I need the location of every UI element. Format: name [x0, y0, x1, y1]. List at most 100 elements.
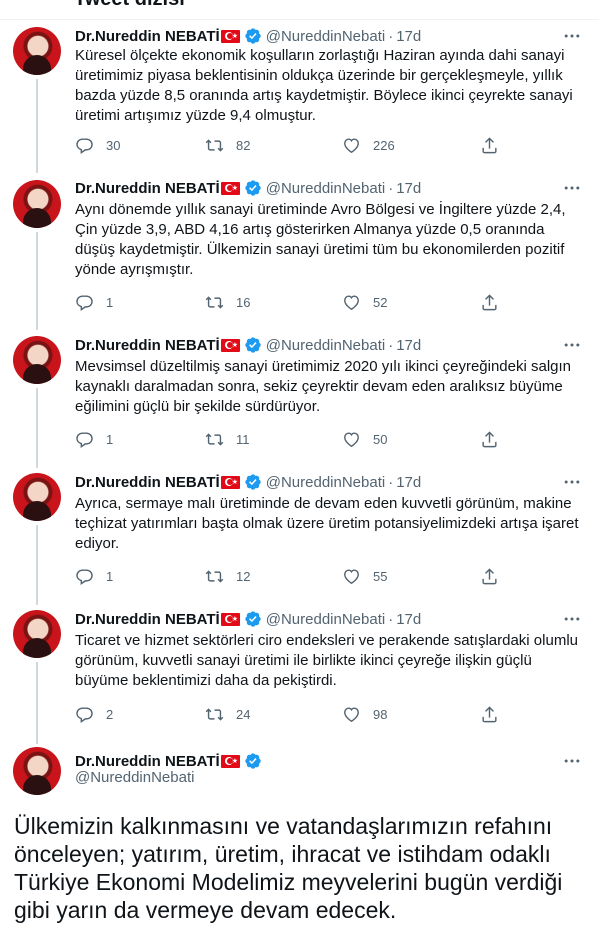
avatar[interactable] [13, 180, 61, 228]
thread-line [36, 525, 38, 605]
avatar[interactable] [13, 27, 61, 75]
retweet-button[interactable]: 12 [205, 566, 250, 586]
author-name[interactable]: Dr.Nureddin NEBATİ [75, 611, 220, 628]
reply-button[interactable]: 1 [75, 292, 113, 312]
tweet-actions: 2 24 98 [75, 704, 505, 724]
author-name[interactable]: Dr.Nureddin NEBATİ [75, 474, 220, 491]
reply-button[interactable]: 1 [75, 566, 113, 586]
turkey-flag-icon: ★ [220, 475, 240, 489]
avatar[interactable] [13, 747, 61, 795]
like-button[interactable]: 50 [342, 429, 387, 449]
turkey-flag-icon: ★ [220, 612, 240, 626]
share-icon [482, 705, 497, 722]
retweet-icon [205, 138, 224, 152]
retweet-icon [205, 569, 224, 583]
tweet-header: Dr.Nureddin NEBATİ ★ [75, 751, 262, 771]
author-handle[interactable]: @NureddinNebati [75, 769, 194, 786]
timestamp[interactable]: 17d [396, 611, 421, 628]
thread-line [36, 79, 38, 173]
avatar[interactable] [13, 473, 61, 521]
more-icon[interactable] [562, 178, 582, 198]
reply-button[interactable]: 30 [75, 135, 120, 155]
retweet-button[interactable]: 11 [205, 429, 250, 449]
retweet-button[interactable]: 82 [205, 135, 250, 155]
timestamp[interactable]: 17d [396, 337, 421, 354]
reply-icon [76, 706, 93, 723]
author-handle[interactable]: @NureddinNebati [266, 474, 385, 491]
separator-dot: · [388, 610, 394, 628]
retweet-button[interactable]: 16 [205, 292, 250, 312]
like-button[interactable]: 55 [342, 566, 387, 586]
reply-icon [76, 137, 93, 154]
verified-icon [245, 753, 261, 769]
verified-icon [245, 337, 261, 353]
page-title: Tweet dizisi [74, 0, 185, 11]
tweet-header: Dr.Nureddin NEBATİ ★ @NureddinNebati · 1… [75, 335, 421, 355]
turkey-flag-icon: ★ [220, 754, 240, 768]
author-handle[interactable]: @NureddinNebati [266, 28, 385, 45]
reply-icon [76, 431, 93, 448]
timestamp[interactable]: 17d [396, 180, 421, 197]
author-name[interactable]: Dr.Nureddin NEBATİ [75, 337, 220, 354]
author-name[interactable]: Dr.Nureddin NEBATİ [75, 180, 220, 197]
author-handle[interactable]: @NureddinNebati [266, 337, 385, 354]
reply-button[interactable]: 1 [75, 429, 113, 449]
avatar[interactable] [13, 610, 61, 658]
share-button[interactable] [480, 566, 499, 586]
reply-count: 1 [106, 294, 114, 310]
turkey-flag-icon: ★ [220, 338, 240, 352]
more-icon[interactable] [562, 26, 582, 46]
reply-count: 1 [106, 431, 114, 447]
share-button[interactable] [480, 429, 499, 449]
reply-count: 1 [106, 568, 114, 584]
tweet-actions: 1 12 55 [75, 566, 505, 586]
timestamp[interactable]: 17d [396, 28, 421, 45]
separator-dot: · [388, 473, 394, 491]
heart-icon [344, 706, 359, 722]
reply-count: 30 [106, 137, 121, 153]
reply-icon [76, 294, 93, 311]
heart-icon [344, 431, 359, 447]
like-button[interactable]: 52 [342, 292, 387, 312]
more-icon[interactable] [562, 335, 582, 355]
share-button[interactable] [480, 135, 499, 155]
retweet-icon [205, 707, 224, 721]
like-button[interactable]: 98 [342, 704, 387, 724]
share-icon [482, 430, 497, 447]
avatar[interactable] [13, 336, 61, 384]
tweet-actions: 30 82 226 [75, 135, 505, 155]
tweet-header: Dr.Nureddin NEBATİ ★ @NureddinNebati · 1… [75, 609, 421, 629]
heart-icon [344, 137, 359, 153]
like-count: 55 [373, 568, 388, 584]
more-icon[interactable] [562, 472, 582, 492]
tweet-header: Dr.Nureddin NEBATİ ★ @NureddinNebati · 1… [75, 472, 421, 492]
more-icon[interactable] [562, 609, 582, 629]
verified-icon [245, 611, 261, 627]
divider [0, 19, 599, 20]
like-count: 98 [373, 706, 388, 722]
tweet-header: Dr.Nureddin NEBATİ ★ @NureddinNebati · 1… [75, 178, 421, 198]
retweet-button[interactable]: 24 [205, 704, 250, 724]
more-icon[interactable] [562, 751, 582, 771]
share-icon [482, 136, 497, 153]
separator-dot: · [388, 27, 394, 45]
tweet-text: Ticaret ve hizmet sektörleri ciro endeks… [75, 632, 578, 689]
retweet-count: 11 [236, 431, 250, 447]
author-name[interactable]: Dr.Nureddin NEBATİ [75, 753, 220, 770]
author-name[interactable]: Dr.Nureddin NEBATİ [75, 28, 220, 45]
reply-button[interactable]: 2 [75, 704, 113, 724]
tweet-text: Küresel ölçekte ekonomik koşulların zorl… [75, 47, 573, 124]
author-handle[interactable]: @NureddinNebati [266, 180, 385, 197]
tweet-actions: 1 11 50 [75, 429, 505, 449]
like-button[interactable]: 226 [342, 135, 395, 155]
share-button[interactable] [480, 704, 499, 724]
verified-icon [245, 28, 261, 44]
author-handle[interactable]: @NureddinNebati [266, 611, 385, 628]
tweet-text: Aynı dönemde yıllık sanayi üretiminde Av… [75, 201, 566, 278]
retweet-count: 16 [236, 294, 251, 310]
like-count: 226 [373, 137, 395, 153]
share-button[interactable] [480, 292, 499, 312]
like-count: 52 [373, 294, 388, 310]
heart-icon [344, 294, 359, 310]
timestamp[interactable]: 17d [396, 474, 421, 491]
